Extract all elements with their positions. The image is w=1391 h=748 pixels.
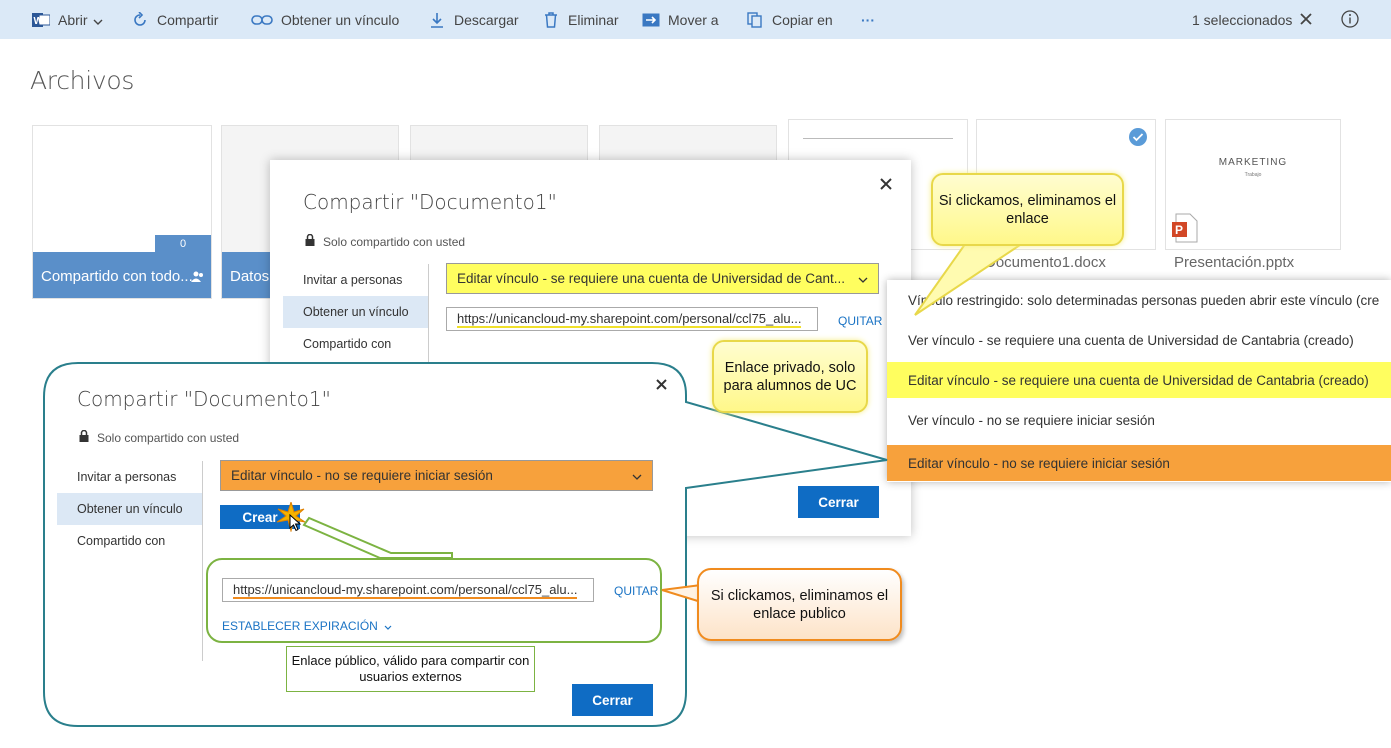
divider — [202, 461, 203, 661]
callout-public-link: Enlace público, válido para compartir co… — [286, 646, 535, 692]
callout-private-link: Enlace privado, solo para alumnos de UC — [712, 340, 868, 413]
callout-remove-private: Si clickamos, eliminamos el enlace — [931, 173, 1124, 246]
chevron-down-icon — [384, 619, 392, 633]
set-expiration-button[interactable]: ESTABLECER EXPIRACIÓN — [222, 619, 392, 633]
link-url-text: https://unicancloud-my.sharepoint.com/pe… — [233, 581, 578, 599]
close-icon — [656, 374, 667, 394]
callout-remove-public: Si clickamos, eliminamos el enlace publi… — [697, 568, 902, 641]
sharing-status-text: Solo compartido con usted — [97, 430, 240, 445]
nav-invite-people[interactable]: Invitar a personas — [57, 461, 202, 493]
remove-link-button[interactable]: QUITAR — [614, 584, 658, 598]
mouse-cursor-icon — [289, 513, 302, 537]
sharing-status: Solo compartido con usted — [79, 429, 240, 445]
chevron-down-icon — [632, 468, 642, 483]
close-dialog-button[interactable] — [656, 374, 667, 395]
set-expiration-label: ESTABLECER EXPIRACIÓN — [222, 619, 378, 633]
link-type-value: Editar vínculo - no se requiere iniciar … — [231, 468, 493, 483]
nav-shared-with[interactable]: Compartido con — [57, 525, 202, 557]
link-url-field[interactable]: https://unicancloud-my.sharepoint.com/pe… — [222, 578, 594, 602]
close-button[interactable]: Cerrar — [572, 684, 653, 716]
share-dialog-front: Compartir "Documento1" Solo compartido c… — [0, 0, 1391, 748]
nav-get-link[interactable]: Obtener un vínculo — [57, 493, 202, 525]
dialog-title: Compartir "Documento1" — [77, 387, 331, 411]
lock-icon — [79, 429, 89, 445]
link-type-select[interactable]: Editar vínculo - no se requiere iniciar … — [220, 460, 653, 491]
